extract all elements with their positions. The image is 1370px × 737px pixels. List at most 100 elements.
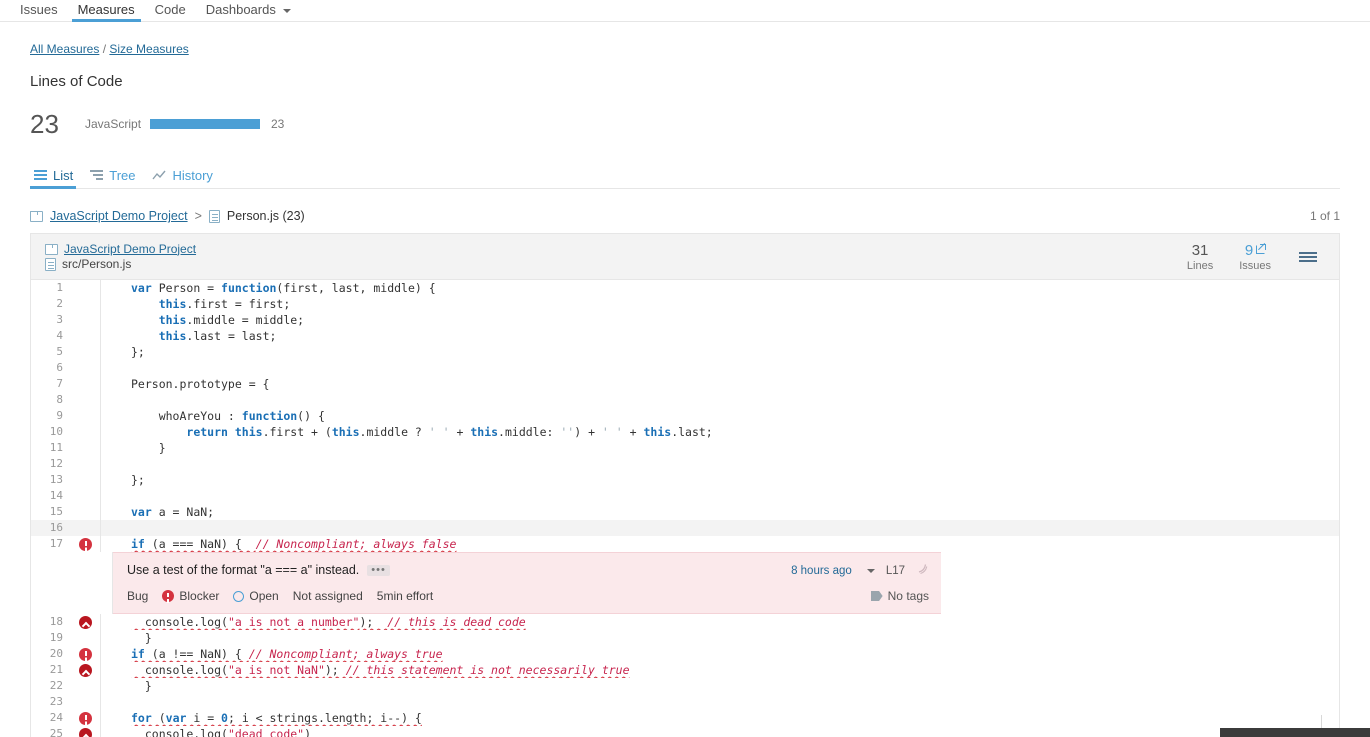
issue-attributes: Bug Blocker Open Not assigned 5min effort	[127, 588, 433, 604]
open-status-icon	[233, 590, 245, 602]
scm-gutter	[101, 472, 113, 488]
code-line: 5};	[31, 344, 1339, 360]
issue-type[interactable]: Bug	[127, 588, 148, 604]
issue-detail-panel: Use a test of the format "a === a" inste…	[113, 552, 941, 614]
issue-severity-marker-blocker[interactable]	[79, 712, 92, 725]
source-header-path-label: src/Person.js	[62, 256, 132, 271]
nav-item-issues[interactable]: Issues	[10, 3, 68, 21]
line-number[interactable]: 23	[31, 694, 71, 710]
external-link-icon[interactable]	[1256, 244, 1266, 254]
file-breadcrumb-row: JavaScript Demo Project > Person.js (23)…	[30, 209, 1340, 223]
chevron-down-icon[interactable]	[866, 569, 875, 573]
line-number[interactable]: 6	[31, 360, 71, 376]
history-chart-icon	[152, 170, 167, 181]
line-number[interactable]: 9	[31, 408, 71, 424]
nav-item-measures[interactable]: Measures	[68, 3, 145, 22]
sonarqube-mark-icon	[916, 562, 929, 580]
line-number[interactable]: 4	[31, 328, 71, 344]
code-text: this.first = first;	[158, 297, 291, 311]
measure-lines-label: Lines	[1186, 259, 1214, 272]
line-number[interactable]: 8	[31, 392, 71, 408]
nav-item-dashboards[interactable]: Dashboards	[196, 3, 302, 21]
scm-gutter	[101, 662, 113, 678]
measure-issues-value-wrap[interactable]: 9	[1239, 242, 1271, 259]
line-number[interactable]: 2	[31, 296, 71, 312]
line-number[interactable]: 17	[31, 536, 71, 552]
issue-more-actions-button[interactable]: •••	[367, 564, 390, 576]
issue-assignee[interactable]: Not assigned	[293, 588, 363, 604]
issue-detail-gutter	[31, 552, 113, 614]
tab-list[interactable]: List	[30, 168, 86, 189]
breadcrumb-separator: /	[99, 42, 110, 56]
issue-severity-marker-blocker[interactable]	[79, 648, 92, 661]
code-line: 21 console.log("a is not NaN"); // this …	[31, 662, 1339, 678]
code-line: 12	[31, 456, 1339, 472]
line-number[interactable]: 19	[31, 630, 71, 646]
issue-severity-marker-critical[interactable]	[79, 664, 92, 677]
scm-gutter	[101, 440, 113, 456]
issue-severity-marker-critical[interactable]	[79, 616, 92, 629]
issue-status[interactable]: Open	[233, 588, 279, 604]
issue-tags-label: No tags	[887, 589, 929, 603]
issue-gutter	[71, 360, 101, 376]
code-line: 10 return this.first + (this.middle ? ' …	[31, 424, 1339, 440]
issue-severity[interactable]: Blocker	[162, 588, 219, 604]
folder-icon	[30, 210, 43, 222]
line-number[interactable]: 22	[31, 678, 71, 694]
issue-gutter	[71, 694, 101, 710]
code-line: 20 if (a !== NaN) { // Noncompliant; alwa…	[31, 646, 1339, 662]
code-text: if (a !== NaN) { // Noncompliant; always…	[131, 647, 443, 661]
scm-gutter	[101, 424, 113, 440]
scm-gutter	[101, 296, 113, 312]
code-lines-container: 1 var Person = function(first, last, midd…	[31, 280, 1339, 737]
line-number[interactable]: 16	[31, 520, 71, 536]
code-text: }	[131, 631, 152, 645]
code-line: 11 }	[31, 440, 1339, 456]
line-number[interactable]: 11	[31, 440, 71, 456]
line-number[interactable]: 14	[31, 488, 71, 504]
line-number[interactable]: 12	[31, 456, 71, 472]
nav-item-code[interactable]: Code	[145, 3, 196, 21]
chevron-down-icon	[283, 8, 292, 13]
scm-gutter	[101, 694, 113, 710]
line-number[interactable]: 1	[31, 280, 71, 296]
issue-gutter	[71, 710, 101, 726]
breadcrumb-project-link[interactable]: JavaScript Demo Project	[50, 209, 188, 223]
horizontal-scrollbar[interactable]	[0, 715, 1370, 737]
tab-tree[interactable]: Tree	[86, 168, 148, 188]
breadcrumb-all-measures[interactable]: All Measures	[30, 42, 99, 56]
line-number[interactable]: 21	[31, 662, 71, 678]
horizontal-scrollbar-thumb[interactable]	[1220, 728, 1370, 737]
line-number[interactable]: 15	[31, 504, 71, 520]
code-text: if (a === NaN) { // Noncompliant; always…	[131, 537, 457, 551]
code-text: for (var i = 0; i < strings.length; i--)…	[131, 711, 422, 725]
issue-tags[interactable]: No tags	[870, 588, 929, 604]
code-line: 13};	[31, 472, 1339, 488]
issue-severity-label: Blocker	[179, 589, 220, 603]
line-number[interactable]: 24	[31, 710, 71, 726]
breadcrumb-size-measures[interactable]: Size Measures	[109, 42, 188, 56]
issue-gutter	[71, 408, 101, 424]
line-number[interactable]: 7	[31, 376, 71, 392]
code-line: 19 }	[31, 630, 1339, 646]
issue-severity-marker-blocker[interactable]	[79, 538, 92, 551]
code-line: 15 var a = NaN;	[31, 504, 1339, 520]
source-options-menu-icon[interactable]	[1297, 250, 1319, 264]
measure-issues[interactable]: 9 Issues	[1239, 242, 1271, 272]
line-number[interactable]: 20	[31, 646, 71, 662]
line-number[interactable]: 13	[31, 472, 71, 488]
line-number[interactable]: 18	[31, 614, 71, 630]
line-number[interactable]: 5	[31, 344, 71, 360]
code-text: var a = NaN;	[131, 505, 215, 519]
line-number[interactable]: 3	[31, 312, 71, 328]
issue-date[interactable]: 8 hours ago	[791, 563, 852, 579]
code-text: console.log("a is not a number"); // thi…	[131, 615, 526, 629]
tab-list-label: List	[53, 168, 74, 183]
issue-gutter	[71, 662, 101, 678]
code-line: 9 whoAreYou : function() {	[31, 408, 1339, 424]
tab-history[interactable]: History	[148, 168, 225, 188]
line-number[interactable]: 10	[31, 424, 71, 440]
code-text: console.log("a is not NaN"); // this sta…	[131, 663, 630, 677]
source-header-project-link[interactable]: JavaScript Demo Project	[64, 242, 196, 257]
